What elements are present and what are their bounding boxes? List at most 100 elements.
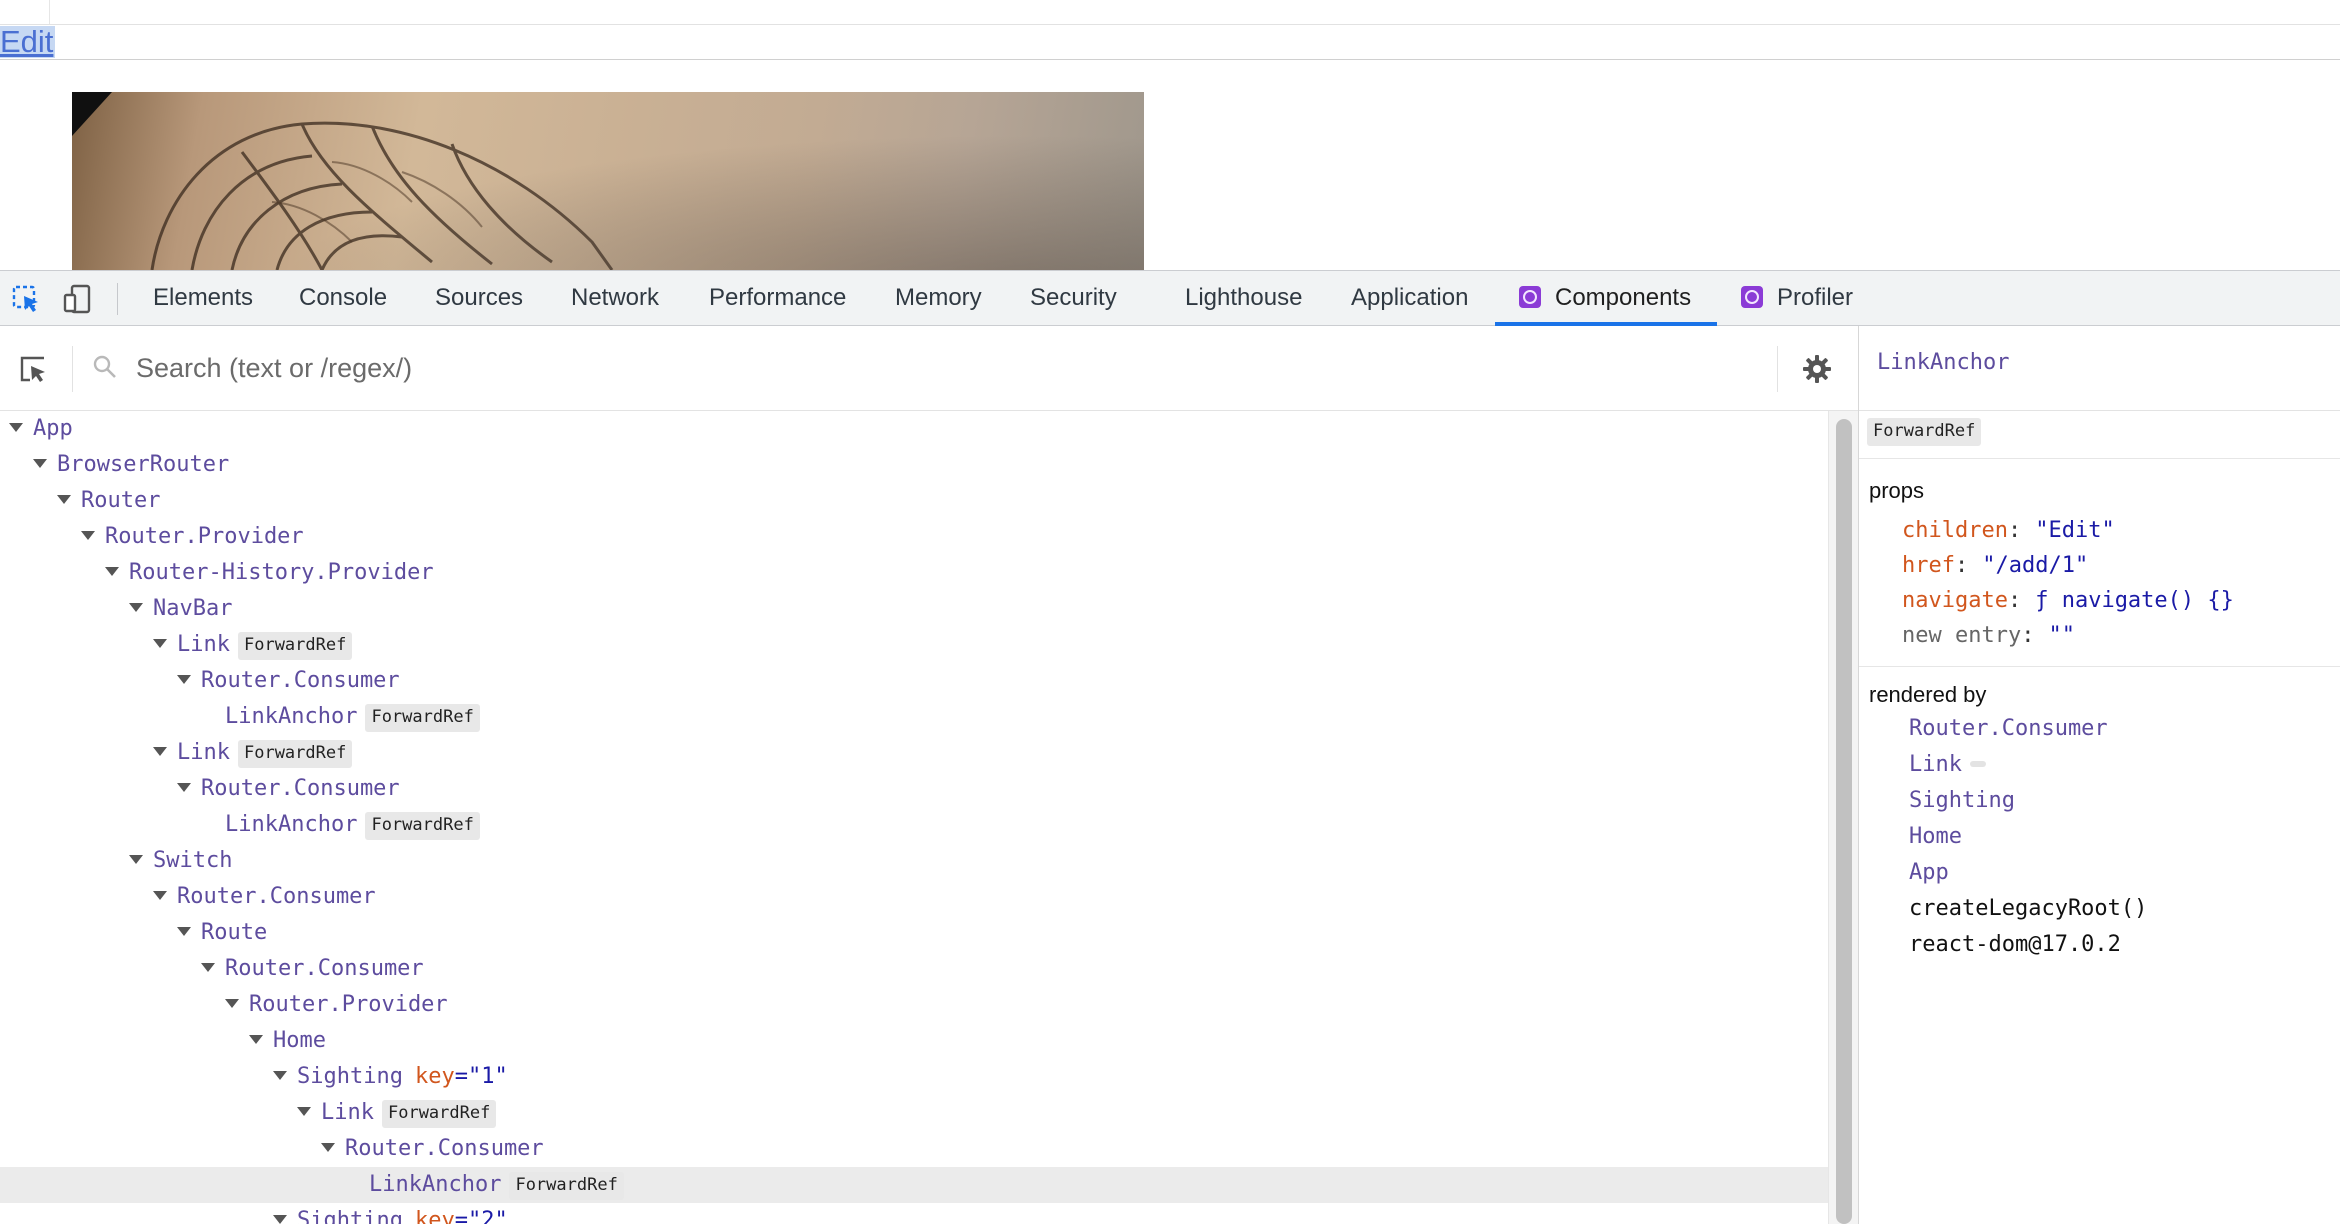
expand-arrow-icon[interactable] <box>177 783 191 792</box>
edit-link[interactable]: Edit <box>0 26 56 58</box>
prop-value[interactable]: "/add/1" <box>1982 553 2088 578</box>
tab-components[interactable]: Components <box>1519 271 1691 325</box>
expand-arrow-icon[interactable] <box>201 963 215 972</box>
props-heading: props <box>1869 478 1925 503</box>
inspect-element-icon[interactable] <box>10 283 42 315</box>
tree-row[interactable]: LinkAnchor ForwardRef <box>0 807 1828 843</box>
tree-row[interactable]: Switch <box>0 843 1828 879</box>
key-label: key <box>414 1208 455 1224</box>
owner-item[interactable]: Link <box>1909 752 1986 777</box>
tab-console[interactable]: Console <box>299 271 387 325</box>
tab-memory[interactable]: Memory <box>895 271 982 325</box>
expand-arrow-icon[interactable] <box>129 855 143 864</box>
expand-arrow-icon[interactable] <box>33 459 47 468</box>
tab-lighthouse[interactable]: Lighthouse <box>1185 271 1302 325</box>
select-element-icon[interactable] <box>18 354 50 386</box>
tree-row[interactable]: Router.Provider <box>0 519 1828 555</box>
expand-arrow-icon[interactable] <box>177 927 191 936</box>
component-name: Home <box>273 1028 326 1053</box>
prop-value[interactable]: "" <box>2048 623 2075 648</box>
forwardref-badge: ForwardRef <box>381 1100 497 1128</box>
owner-item[interactable]: Home <box>1909 824 1962 849</box>
tree-row[interactable]: Link ForwardRef <box>0 627 1828 663</box>
owner-item[interactable]: Router.Consumer <box>1909 716 2108 741</box>
tree-row[interactable]: Router.Consumer <box>0 951 1828 987</box>
prop-row[interactable]: children: "Edit" <box>1902 518 2115 543</box>
component-name: Link <box>177 740 230 765</box>
prop-value[interactable]: "Edit" <box>2035 518 2114 543</box>
tree-row[interactable]: Link ForwardRef <box>0 1095 1828 1131</box>
sighting-image <box>72 92 1144 270</box>
prop-name: navigate <box>1902 588 2008 613</box>
tab-elements[interactable]: Elements <box>153 271 253 325</box>
tab-application[interactable]: Application <box>1351 271 1468 325</box>
owner-item[interactable]: Sighting <box>1909 788 2015 813</box>
expand-arrow-icon[interactable] <box>225 999 239 1008</box>
expand-arrow-icon[interactable] <box>249 1035 263 1044</box>
nav-bottom-border <box>0 59 2340 60</box>
owner-item[interactable]: App <box>1909 860 1949 885</box>
expand-arrow-icon[interactable] <box>273 1071 287 1080</box>
prop-name: children <box>1902 518 2008 543</box>
prop-name[interactable]: new entry <box>1902 623 2021 648</box>
gear-icon[interactable] <box>1802 354 1832 384</box>
tab-security[interactable]: Security <box>1030 271 1117 325</box>
search-separator <box>1777 346 1778 392</box>
search-icon <box>93 355 116 378</box>
component-name: Route <box>201 920 268 945</box>
tree-row[interactable]: Link ForwardRef <box>0 735 1828 771</box>
tree-row-selected[interactable]: LinkAnchor ForwardRef <box>0 1167 1828 1203</box>
expand-arrow-icon[interactable] <box>273 1215 287 1224</box>
expand-arrow-icon[interactable] <box>9 423 23 432</box>
tab-profiler[interactable]: Profiler <box>1741 271 1853 325</box>
component-name: App <box>33 416 73 441</box>
new-prop-row[interactable]: new entry: "" <box>1902 623 2075 648</box>
tree-row[interactable]: Router-History.Provider <box>0 555 1828 591</box>
tree-row[interactable]: LinkAnchor ForwardRef <box>0 699 1828 735</box>
component-name: Router.Provider <box>105 524 304 549</box>
tree-row[interactable]: Router.Consumer <box>0 663 1828 699</box>
tree-row[interactable]: Router.Consumer <box>0 771 1828 807</box>
expand-arrow-icon[interactable] <box>153 639 167 648</box>
tree-row[interactable]: Router.Consumer <box>0 879 1828 915</box>
tree-scrollbar[interactable] <box>1828 411 1858 1224</box>
component-name: Router.Provider <box>249 992 448 1017</box>
tree-row[interactable]: BrowserRouter <box>0 447 1828 483</box>
expand-arrow-icon[interactable] <box>153 747 167 756</box>
expand-arrow-icon[interactable] <box>129 603 143 612</box>
expand-arrow-icon[interactable] <box>297 1107 311 1116</box>
tab-sources[interactable]: Sources <box>435 271 523 325</box>
expand-arrow-icon[interactable] <box>105 567 119 576</box>
tree-row[interactable]: Router <box>0 483 1828 519</box>
tab-network[interactable]: Network <box>571 271 659 325</box>
tree-row[interactable]: Route <box>0 915 1828 951</box>
tab-performance[interactable]: Performance <box>709 271 846 325</box>
component-name: LinkAnchor <box>225 704 358 729</box>
tab-profiler-label: Profiler <box>1777 284 1854 311</box>
page-viewport: Edit <box>0 0 2340 270</box>
tree-row[interactable]: App <box>0 411 1828 447</box>
tree-row[interactable]: Router.Consumer <box>0 1131 1828 1167</box>
prop-value[interactable]: ƒ navigate() {} <box>2035 588 2234 613</box>
tree-row[interactable]: NavBar <box>0 591 1828 627</box>
prop-row[interactable]: navigate: ƒ navigate() {} <box>1902 588 2234 613</box>
device-toolbar-icon[interactable] <box>62 283 94 315</box>
search-input[interactable] <box>136 346 1736 390</box>
prop-row[interactable]: href: "/add/1" <box>1902 553 2088 578</box>
forwardref-badge: ForwardRef <box>237 632 353 660</box>
component-name: NavBar <box>153 596 233 621</box>
page-divider <box>49 0 50 24</box>
component-name: Router.Consumer <box>201 776 400 801</box>
expand-arrow-icon[interactable] <box>153 891 167 900</box>
tree-row[interactable]: Sighting key="1" <box>0 1059 1828 1095</box>
expand-arrow-icon[interactable] <box>57 495 71 504</box>
expand-arrow-icon[interactable] <box>81 531 95 540</box>
component-name: Link <box>321 1100 374 1125</box>
expand-arrow-icon[interactable] <box>177 675 191 684</box>
expand-arrow-icon[interactable] <box>321 1143 335 1152</box>
tree-row[interactable]: Home <box>0 1023 1828 1059</box>
scrollbar-thumb[interactable] <box>1836 419 1852 1224</box>
forwardref-badge: ForwardRef <box>365 704 480 732</box>
tree-row[interactable]: Router.Provider <box>0 987 1828 1023</box>
tree-row[interactable]: Sighting key="2" <box>0 1203 1828 1224</box>
